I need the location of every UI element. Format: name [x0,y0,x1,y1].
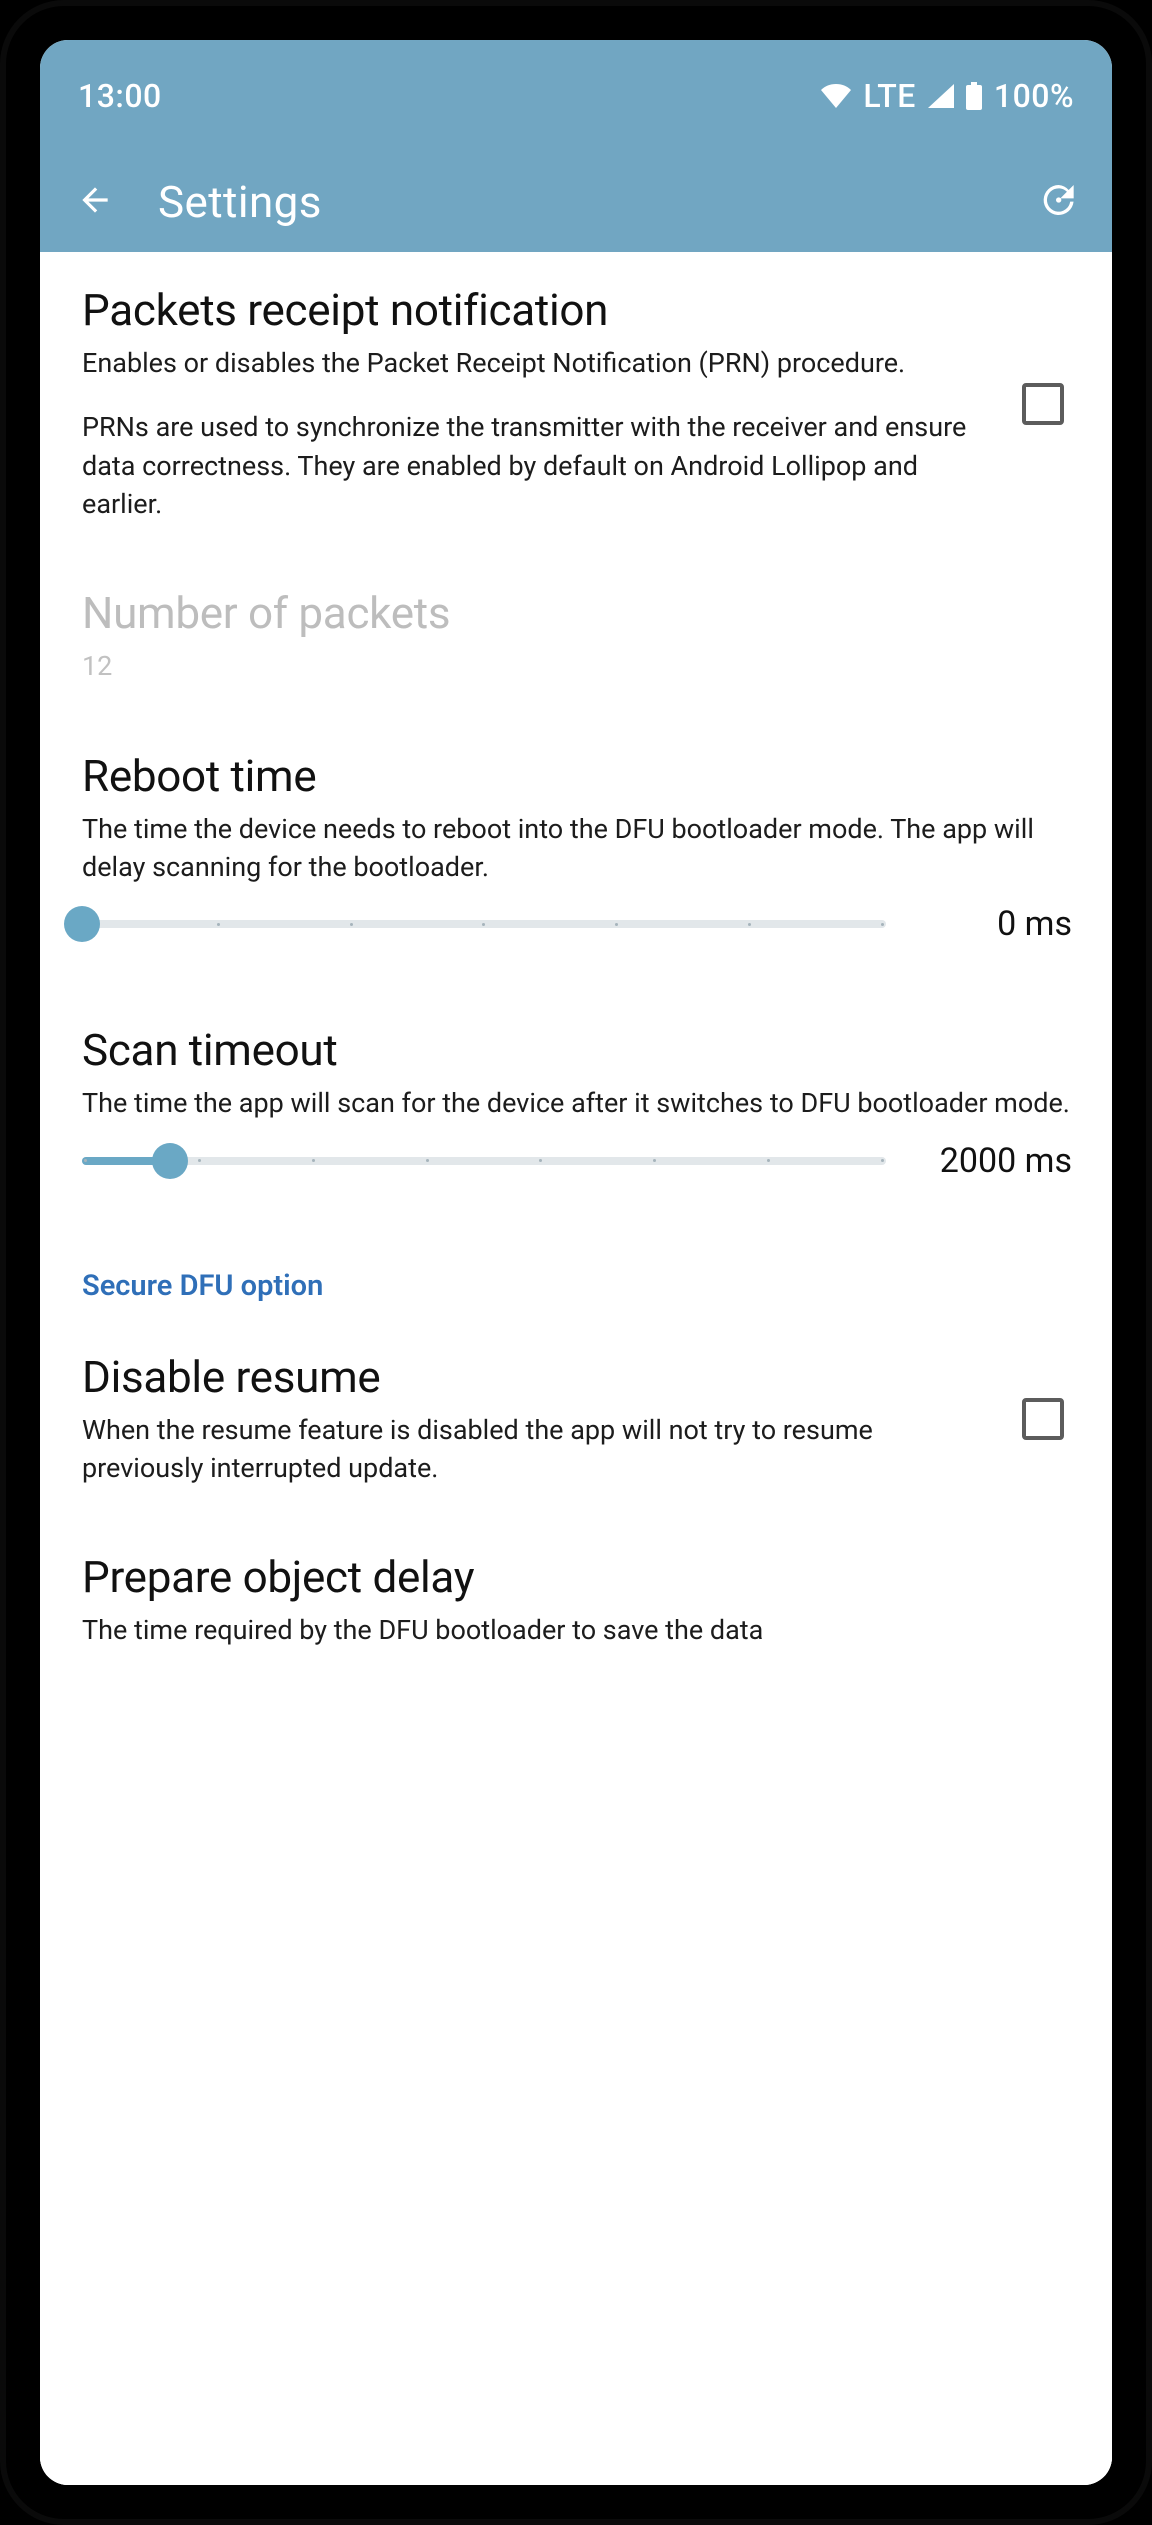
settings-content[interactable]: Packets receipt notification Enables or … [40,252,1112,2485]
section-secure-dfu: Secure DFU option [40,1229,1112,1319]
setting-scan-timeout[interactable]: Scan timeout The time the app will scan … [40,992,1112,1140]
setting-value: 12 [82,647,1072,685]
setting-number-of-packets: Number of packets 12 [40,555,1112,717]
setting-title: Disable resume [82,1351,994,1403]
arrow-back-icon [76,181,114,223]
app-bar: Settings [40,152,1112,252]
status-time: 13:00 [78,77,162,115]
back-button[interactable] [68,175,122,229]
setting-title: Packets receipt notification [82,284,994,336]
scan-timeout-value: 2000 ms [922,1141,1072,1181]
restore-defaults-button[interactable] [1030,175,1084,229]
setting-prepare-object-delay[interactable]: Prepare object delay The time required b… [40,1519,1112,1659]
setting-desc: The time the app will scan for the devic… [82,1084,1072,1122]
setting-title: Number of packets [82,587,1072,639]
device-frame: 13:00 LTE 100% Set [0,0,1152,2525]
battery-label: 100% [994,77,1074,115]
setting-title: Prepare object delay [82,1551,1072,1603]
setting-desc-extra: PRNs are used to synchronize the transmi… [82,408,994,523]
setting-desc: The time the device needs to reboot into… [82,810,1072,887]
reboot-time-slider[interactable] [82,907,886,941]
setting-desc: Enables or disables the Packet Receipt N… [82,344,994,382]
home-indicator[interactable] [426,2456,726,2465]
reboot-time-slider-block: 0 ms [40,904,1112,992]
status-right: LTE 100% [821,77,1074,115]
battery-icon [966,82,982,110]
setting-reboot-time[interactable]: Reboot time The time the device needs to… [40,718,1112,905]
disable-resume-checkbox[interactable] [1022,1398,1064,1440]
slider-thumb[interactable] [64,906,100,942]
signal-icon [928,84,954,108]
setting-desc: The time required by the DFU bootloader … [82,1611,1072,1649]
network-label: LTE [863,77,915,115]
setting-title: Scan timeout [82,1024,1072,1076]
reboot-time-value: 0 ms [922,904,1072,944]
slider-thumb[interactable] [152,1143,188,1179]
setting-desc: When the resume feature is disabled the … [82,1411,994,1488]
screen: 13:00 LTE 100% Set [40,40,1112,2485]
page-title: Settings [158,176,322,228]
setting-packets-receipt-notification[interactable]: Packets receipt notification Enables or … [40,252,1112,555]
wifi-icon [821,84,851,108]
restore-icon [1037,180,1077,224]
status-bar: 13:00 LTE 100% [40,40,1112,152]
scan-timeout-slider[interactable] [82,1144,886,1178]
setting-title: Reboot time [82,750,1072,802]
scan-timeout-slider-block: 2000 ms [40,1141,1112,1229]
prn-checkbox[interactable] [1022,383,1064,425]
setting-disable-resume[interactable]: Disable resume When the resume feature i… [40,1319,1112,1520]
